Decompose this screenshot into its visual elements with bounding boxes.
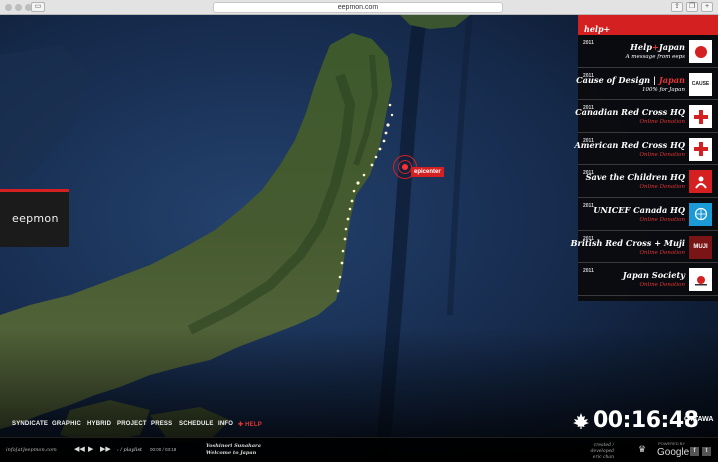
nav-hybrid[interactable]: HYBRID — [87, 421, 111, 427]
help-panel-header: help+ — [578, 15, 718, 35]
footer-bar: info[at]eepmon.com ◀◀ ▶ ▶▶ : / playlist … — [0, 437, 718, 462]
entry-title-part: Japan — [658, 42, 685, 52]
facebook-icon[interactable]: f — [690, 447, 699, 456]
nav-schedule[interactable]: SCHEDULE — [179, 421, 214, 427]
help-entry-canadian-red-cross[interactable]: 2011 Canadian Red Cross HQ Online Donati… — [575, 100, 718, 133]
help-entry-unicef-canada[interactable]: 2011 UNICEF Canada HQ Online Donation — [578, 198, 718, 231]
logo-text: eepmon — [12, 212, 59, 225]
epicenter-marker[interactable] — [402, 164, 408, 170]
browser-toolbar: ▭ eepmon.com ⇪ ❐ + — [0, 0, 718, 15]
prev-track-icon[interactable]: ◀◀ — [74, 445, 85, 453]
entry-title-part: Cause of Design | — [576, 74, 659, 85]
track-timecode: 00:00 / 03:18 — [150, 447, 177, 452]
red-cross-icon — [689, 105, 712, 129]
eepmon-logo[interactable]: eepmon — [0, 189, 69, 247]
red-cross-icon — [689, 137, 712, 161]
credit-line-1: created / developed — [590, 443, 614, 454]
now-playing: Yoshinori Sunahara Welcome to Japan — [206, 443, 261, 457]
entry-subtitle: A message from eeps — [625, 54, 685, 60]
minimize-window-icon[interactable] — [15, 4, 22, 11]
share-icon[interactable]: ⇪ — [671, 2, 683, 12]
entry-subtitle: Online Donation — [639, 216, 685, 223]
maple-leaf-icon — [572, 412, 590, 435]
entry-title-accent: Japan — [658, 74, 685, 85]
credit-text: created / developed eric chan — [578, 443, 614, 461]
japan-society-icon — [689, 268, 712, 292]
nav-graphic[interactable]: GRAPHIC — [52, 421, 81, 427]
nav-info[interactable]: INFO — [218, 421, 233, 427]
song-title: Welcome to Japan — [206, 450, 257, 456]
entry-year: 2011 — [583, 268, 594, 275]
sidebar-toggle-icon[interactable]: ▭ — [31, 2, 45, 12]
help-entry-american-red-cross[interactable]: 2011 American Red Cross HQ Online Donati… — [574, 133, 718, 166]
twitter-icon[interactable]: t — [702, 447, 711, 456]
play-icon[interactable]: ▶ — [88, 445, 93, 453]
entry-title: Japan Society — [622, 270, 685, 281]
new-tab-icon[interactable]: + — [701, 2, 713, 12]
entry-year: 2011 — [583, 40, 594, 46]
help-entry-save-the-children[interactable]: 2011 Save the Children HQ Online Donatio… — [578, 165, 718, 198]
help-panel: help+ 2011 Help+Japan A message from eep… — [571, 15, 718, 301]
entry-subtitle: 100% for Japan — [641, 86, 685, 93]
muji-logo-text: MUJI — [693, 244, 708, 251]
creator-mark-icon: ♛ — [638, 444, 647, 454]
entry-subtitle: Online Donation — [639, 119, 685, 126]
entry-title-part: Help — [630, 42, 652, 52]
entry-year: 2011 — [583, 202, 594, 209]
playlist-link[interactable]: : / playlist — [117, 447, 142, 453]
powered-by-label: POWERED BY — [658, 441, 686, 446]
entry-title: UNICEF Canada HQ — [593, 204, 685, 215]
nav-press[interactable]: PRESS — [151, 421, 172, 427]
address-bar[interactable]: eepmon.com — [213, 2, 503, 13]
red-circle-logo-icon — [689, 40, 712, 63]
help-entry-cause-of-design[interactable]: 2011 Cause of Design | Japan 100% for Ja… — [576, 68, 718, 101]
entry-title-accent: + — [651, 42, 659, 52]
next-track-icon[interactable]: ▶▶ — [100, 445, 111, 453]
unicef-icon — [689, 202, 712, 226]
save-the-children-icon — [689, 170, 712, 194]
tabs-icon[interactable]: ❐ — [686, 2, 698, 12]
contact-email[interactable]: info[at]eepmon.com — [6, 447, 57, 453]
help-entry-japan-society[interactable]: 2011 Japan Society Online Donation — [578, 263, 718, 296]
nav-project[interactable]: PROJECT — [117, 421, 147, 427]
cause-logo-icon: CAUSE — [689, 72, 712, 96]
url-text: eepmon.com — [337, 4, 379, 11]
entry-title: Help+Japan — [630, 42, 685, 52]
song-artist: Yoshinori Sunahara — [206, 443, 261, 449]
entry-subtitle: Online Donation — [639, 249, 685, 256]
help-entry-british-red-cross-muji[interactable]: 2011 British Red Cross + Muji Online Don… — [571, 231, 718, 264]
entry-subtitle: Online Donation — [639, 151, 685, 158]
entry-subtitle: Online Donation — [639, 282, 685, 289]
cause-logo-text: CAUSE — [691, 81, 710, 88]
nav-syndicate[interactable]: SYNDICATE — [12, 421, 48, 427]
help-entry-help-japan[interactable]: 2011 Help+Japan A message from eeps — [578, 35, 718, 68]
nav-help-label: HELP — [245, 422, 262, 428]
entry-title: Canadian Red Cross HQ — [575, 107, 685, 118]
entry-subtitle: Online Donation — [639, 184, 685, 191]
entry-title: Cause of Design | Japan — [576, 75, 685, 85]
main-nav: SYNDICATE GRAPHIC HYBRID PROJECT PRESS S… — [0, 414, 300, 434]
entry-title: Save the Children HQ — [585, 172, 685, 183]
clock-time: 00:16:48 — [593, 408, 699, 433]
entry-title: British Red Cross + Muji — [570, 237, 685, 248]
nav-help[interactable]: ✚ HELP — [238, 421, 262, 428]
epicenter-label[interactable]: epicenter — [411, 167, 444, 177]
muji-icon: MUJI — [689, 235, 712, 259]
credit-line-2: eric chan — [592, 455, 614, 460]
google-logo: Google — [657, 447, 690, 458]
help-panel-title: help+ — [584, 24, 611, 34]
close-window-icon[interactable] — [5, 4, 12, 11]
entry-title: American Red Cross HQ — [574, 139, 685, 150]
clock-city: OTTAWA — [684, 416, 714, 423]
